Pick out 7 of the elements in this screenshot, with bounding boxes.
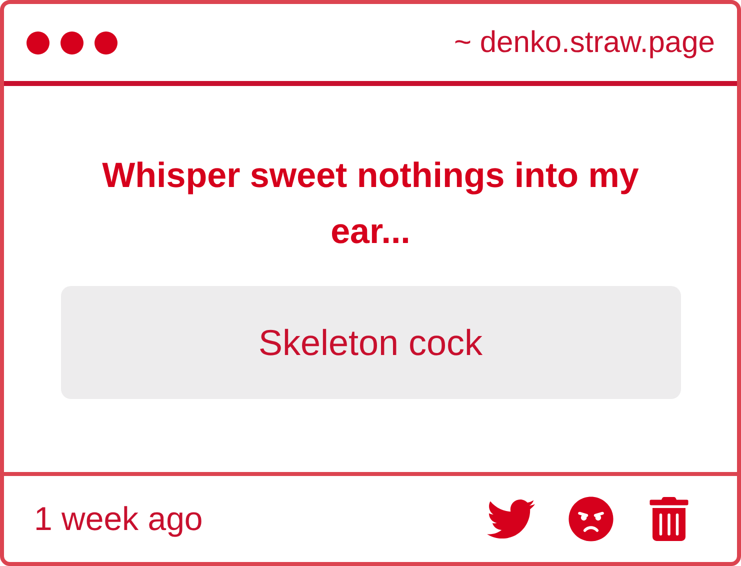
angry-face-icon[interactable] [568, 496, 614, 542]
trash-icon[interactable] [647, 497, 691, 541]
timestamp: 1 week ago [34, 499, 203, 540]
prompt-heading: Whisper sweet nothings into my ear... [101, 155, 640, 253]
reply-message: Skeleton cock [60, 286, 680, 399]
site-address: ~ denko.straw.page [454, 25, 715, 61]
dots-icon [26, 30, 118, 54]
